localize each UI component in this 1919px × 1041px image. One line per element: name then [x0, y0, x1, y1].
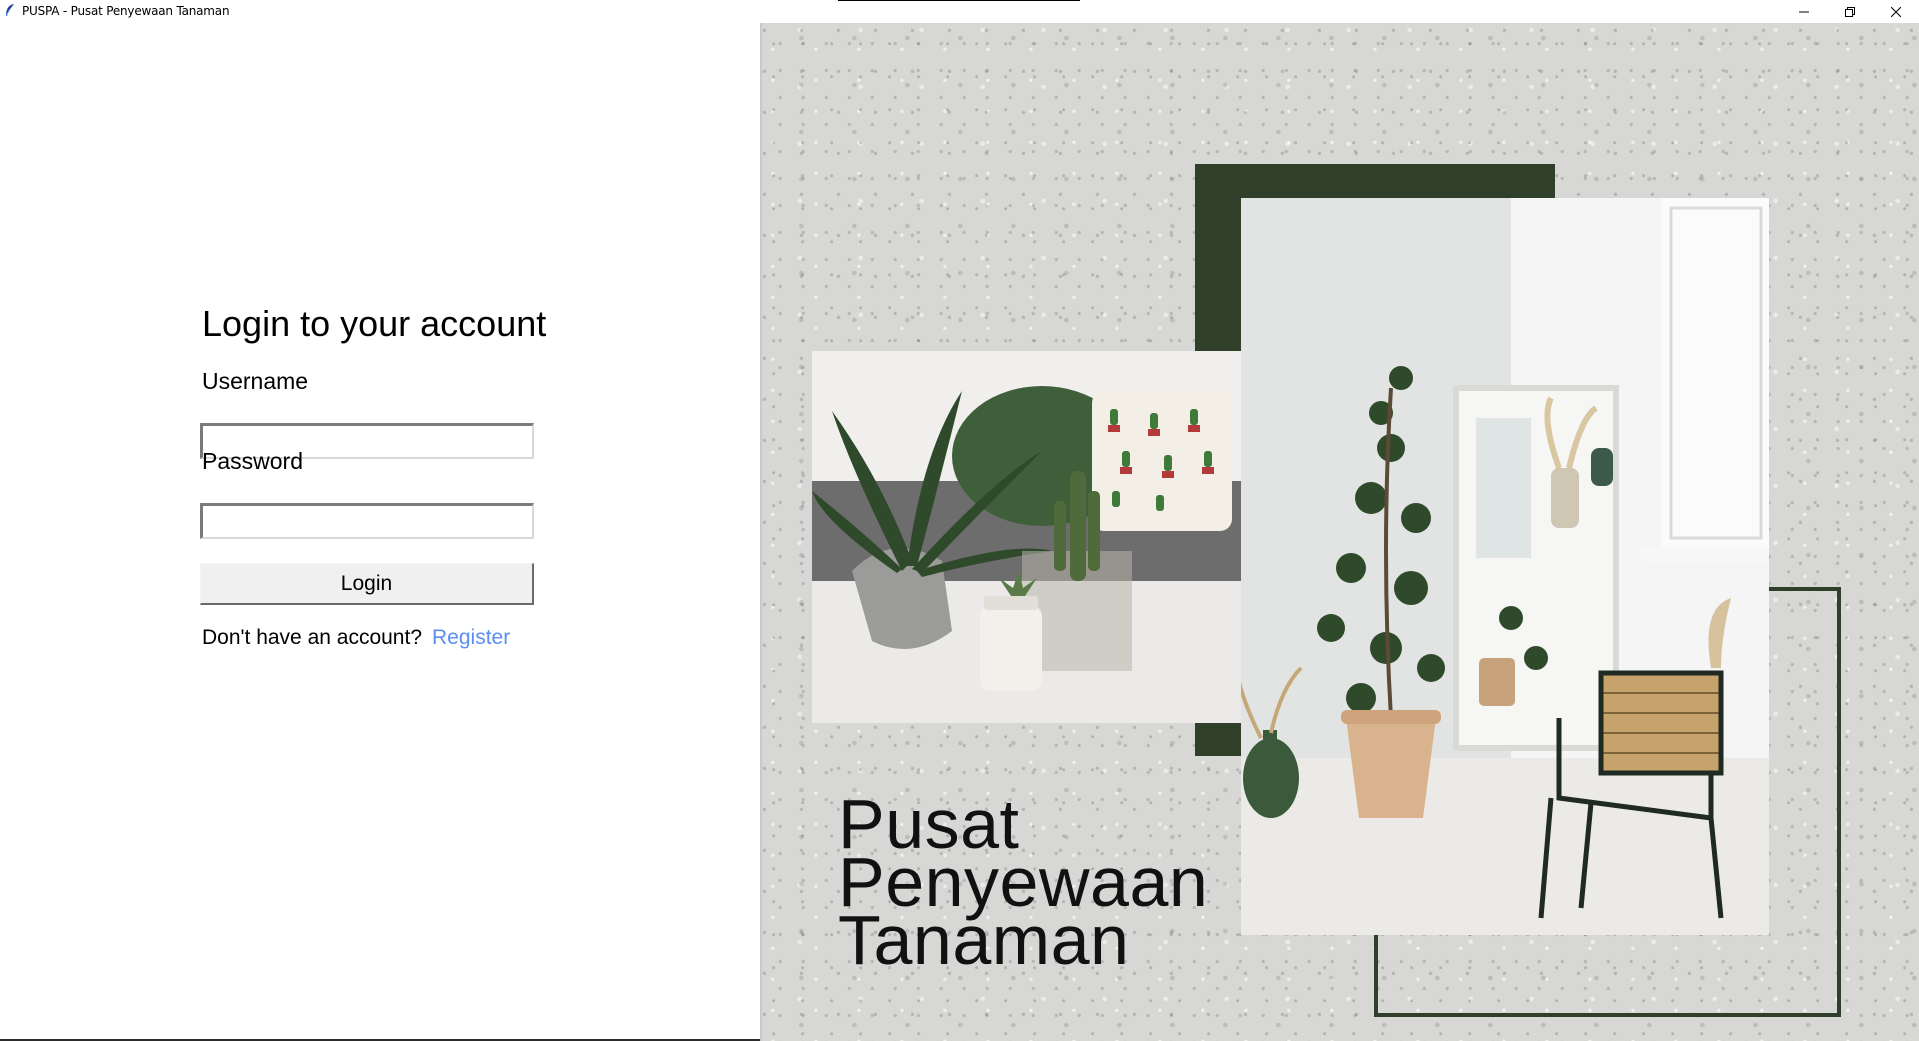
banner-image: Pusat Penyewaan Tanaman — [760, 23, 1919, 1041]
login-button[interactable]: Login — [200, 563, 534, 605]
feather-icon — [5, 4, 14, 17]
minimize-button[interactable] — [1781, 0, 1827, 23]
signup-prompt: Don't have an account? — [202, 626, 422, 649]
login-heading: Login to your account — [202, 303, 547, 344]
username-label: Username — [202, 368, 309, 394]
titlebar-accent-line — [838, 0, 1080, 1]
brand-title: Pusat Penyewaan Tanaman — [838, 789, 1208, 975]
pane-divider — [760, 23, 762, 1041]
password-input[interactable] — [200, 503, 534, 539]
register-link[interactable]: Register — [432, 626, 510, 650]
close-button[interactable] — [1873, 0, 1919, 23]
minimize-icon — [1799, 11, 1809, 12]
restore-button[interactable] — [1827, 0, 1873, 23]
plants-table-photo — [812, 351, 1242, 723]
password-label: Password — [202, 448, 303, 474]
window-title: PUSPA - Pusat Penyewaan Tanaman — [22, 4, 230, 18]
room-plants-photo — [1241, 198, 1769, 935]
window-titlebar: PUSPA - Pusat Penyewaan Tanaman — [0, 0, 1919, 23]
close-icon — [1891, 6, 1901, 17]
restore-icon — [1845, 6, 1855, 17]
